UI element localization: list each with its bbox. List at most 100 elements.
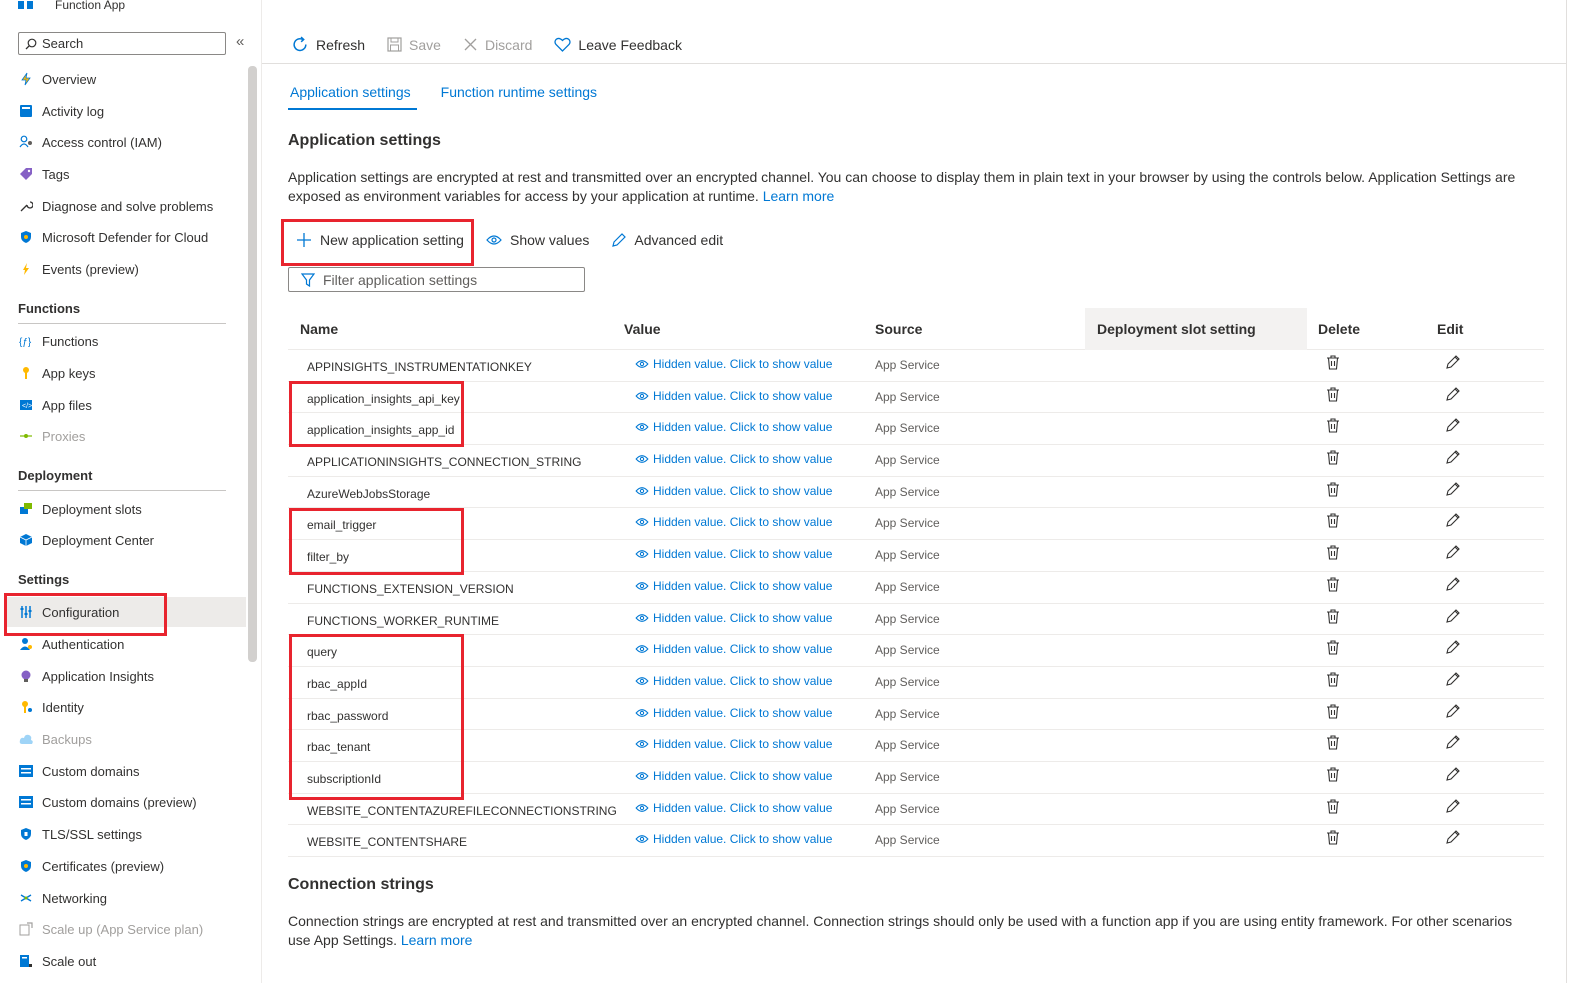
nav-item-networking[interactable]: Networking	[14, 883, 246, 913]
edit-button[interactable]	[1445, 545, 1460, 563]
table-row[interactable]: subscriptionId Hidden value. Click to sho…	[288, 762, 1544, 794]
delete-button[interactable]	[1326, 577, 1340, 595]
refresh-button[interactable]: Refresh	[292, 36, 365, 53]
hidden-value-link[interactable]: Hidden value. Click to show value	[635, 515, 832, 529]
column-header-source[interactable]: Source	[875, 321, 922, 337]
hidden-value-link[interactable]: Hidden value. Click to show value	[635, 547, 832, 561]
edit-button[interactable]	[1445, 608, 1460, 627]
edit-button[interactable]	[1445, 735, 1460, 753]
hidden-value-link[interactable]: Hidden value. Click to show value	[635, 674, 832, 688]
new-application-setting-button[interactable]: New application setting	[296, 232, 464, 248]
edit-button[interactable]	[1445, 513, 1460, 531]
table-row[interactable]: rbac_appId Hidden value. Click to show va…	[288, 667, 1544, 699]
table-row[interactable]: WEBSITE_CONTENTAZUREFILECONNECTIONSTRING…	[288, 794, 1544, 826]
delete-button[interactable]	[1326, 608, 1340, 627]
table-row[interactable]: WEBSITE_CONTENTSHARE Hidden value. Click …	[288, 825, 1544, 857]
nav-item-functions[interactable]: {ƒ} Functions	[14, 326, 246, 356]
delete-button[interactable]	[1326, 355, 1340, 373]
nav-item-identity[interactable]: Identity	[14, 692, 246, 722]
tab-function-runtime-settings[interactable]: Function runtime settings	[439, 80, 599, 110]
edit-button[interactable]	[1445, 577, 1460, 595]
hidden-value-link[interactable]: Hidden value. Click to show value	[635, 389, 832, 403]
nav-item-custom-domains-preview[interactable]: Custom domains (preview)	[14, 787, 246, 817]
delete-button[interactable]	[1326, 735, 1340, 753]
edit-button[interactable]	[1445, 830, 1460, 848]
hidden-value-link[interactable]: Hidden value. Click to show value	[635, 832, 832, 846]
nav-item-defender[interactable]: Microsoft Defender for Cloud	[14, 222, 246, 252]
nav-item-certificates[interactable]: Certificates (preview)	[14, 851, 246, 881]
delete-button[interactable]	[1326, 418, 1340, 436]
delete-button[interactable]	[1326, 482, 1340, 500]
advanced-edit-button[interactable]: Advanced edit	[611, 232, 723, 248]
delete-button[interactable]	[1326, 767, 1340, 785]
nav-item-overview[interactable]: Overview	[14, 64, 246, 94]
delete-button[interactable]	[1326, 799, 1340, 817]
nav-item-app-files[interactable]: </> App files	[14, 390, 246, 420]
table-row[interactable]: FUNCTIONS_WORKER_RUNTIME Hidden value. Cl…	[288, 604, 1544, 636]
app-settings-learn-more-link[interactable]: Learn more	[763, 188, 835, 204]
hidden-value-link[interactable]: Hidden value. Click to show value	[635, 611, 832, 625]
filter-box[interactable]	[288, 267, 585, 292]
nav-item-custom-domains[interactable]: Custom domains	[14, 756, 246, 786]
save-button[interactable]: Save	[387, 37, 441, 53]
hidden-value-link[interactable]: Hidden value. Click to show value	[635, 452, 832, 466]
table-row[interactable]: application_insights_api_key Hidden value…	[288, 382, 1544, 414]
hidden-value-link[interactable]: Hidden value. Click to show value	[635, 642, 832, 656]
nav-item-deployment-slots[interactable]: Deployment slots	[14, 494, 246, 524]
column-header-slot-setting[interactable]: Deployment slot setting	[1097, 321, 1256, 337]
edit-button[interactable]	[1445, 672, 1460, 690]
edit-button[interactable]	[1445, 418, 1460, 436]
table-row[interactable]: rbac_password Hidden value. Click to show…	[288, 699, 1544, 731]
hidden-value-link[interactable]: Hidden value. Click to show value	[635, 737, 832, 751]
table-row[interactable]: rbac_tenant Hidden value. Click to show v…	[288, 730, 1544, 762]
hidden-value-link[interactable]: Hidden value. Click to show value	[635, 484, 832, 498]
column-header-name[interactable]: Name	[300, 321, 338, 337]
delete-button[interactable]	[1326, 450, 1340, 468]
nav-scrollbar[interactable]	[248, 66, 257, 662]
nav-item-deployment-center[interactable]: Deployment Center	[14, 525, 246, 555]
filter-input[interactable]	[323, 271, 573, 288]
edit-button[interactable]	[1445, 798, 1460, 817]
table-row[interactable]: email_trigger Hidden value. Click to show…	[288, 508, 1544, 541]
hidden-value-link[interactable]: Hidden value. Click to show value	[635, 706, 832, 720]
table-row[interactable]: application_insights_app_id Hidden value.…	[288, 413, 1544, 446]
nav-item-proxies[interactable]: Proxies	[14, 421, 246, 451]
nav-item-access-control[interactable]: Access control (IAM)	[14, 127, 246, 157]
hidden-value-link[interactable]: Hidden value. Click to show value	[635, 769, 832, 783]
edit-button[interactable]	[1445, 703, 1460, 722]
nav-item-tls-ssl[interactable]: TLS/SSL settings	[14, 819, 246, 849]
table-row[interactable]: APPLICATIONINSIGHTS_CONNECTION_STRING Hid…	[288, 445, 1544, 477]
nav-item-scale-out[interactable]: Scale out	[14, 946, 246, 976]
nav-item-tags[interactable]: Tags	[14, 159, 246, 189]
table-row[interactable]: FUNCTIONS_EXTENSION_VERSION Hidden value.…	[288, 572, 1544, 604]
collapse-nav-button[interactable]: «	[236, 33, 244, 50]
tab-application-settings[interactable]: Application settings	[288, 80, 417, 110]
edit-button[interactable]	[1445, 450, 1460, 468]
delete-button[interactable]	[1326, 387, 1340, 405]
nav-search-box[interactable]	[18, 32, 226, 55]
delete-button[interactable]	[1326, 672, 1340, 690]
nav-item-backups[interactable]: Backups	[14, 724, 246, 754]
edit-button[interactable]	[1445, 386, 1460, 405]
nav-item-app-insights[interactable]: Application Insights	[14, 661, 246, 691]
page-scrollbar[interactable]	[1566, 0, 1584, 983]
table-row[interactable]: APPINSIGHTS_INSTRUMENTATIONKEY Hidden val…	[288, 350, 1544, 382]
hidden-value-link[interactable]: Hidden value. Click to show value	[635, 801, 832, 815]
delete-button[interactable]	[1326, 830, 1340, 848]
edit-button[interactable]	[1445, 640, 1460, 658]
delete-button[interactable]	[1326, 545, 1340, 563]
edit-button[interactable]	[1445, 481, 1460, 500]
table-row[interactable]: filter_by Hidden value. Click to show val…	[288, 540, 1544, 572]
leave-feedback-button[interactable]: Leave Feedback	[554, 37, 682, 53]
edit-button[interactable]	[1445, 767, 1460, 785]
hidden-value-link[interactable]: Hidden value. Click to show value	[635, 420, 832, 434]
column-header-value[interactable]: Value	[624, 321, 661, 337]
show-values-button[interactable]: Show values	[486, 232, 589, 248]
search-input[interactable]	[42, 36, 212, 51]
delete-button[interactable]	[1326, 513, 1340, 531]
delete-button[interactable]	[1326, 704, 1340, 722]
table-row[interactable]: AzureWebJobsStorage Hidden value. Click t…	[288, 477, 1544, 509]
discard-button[interactable]: Discard	[463, 37, 532, 53]
nav-item-events[interactable]: Events (preview)	[14, 254, 246, 284]
nav-item-diagnose[interactable]: Diagnose and solve problems	[14, 191, 246, 221]
